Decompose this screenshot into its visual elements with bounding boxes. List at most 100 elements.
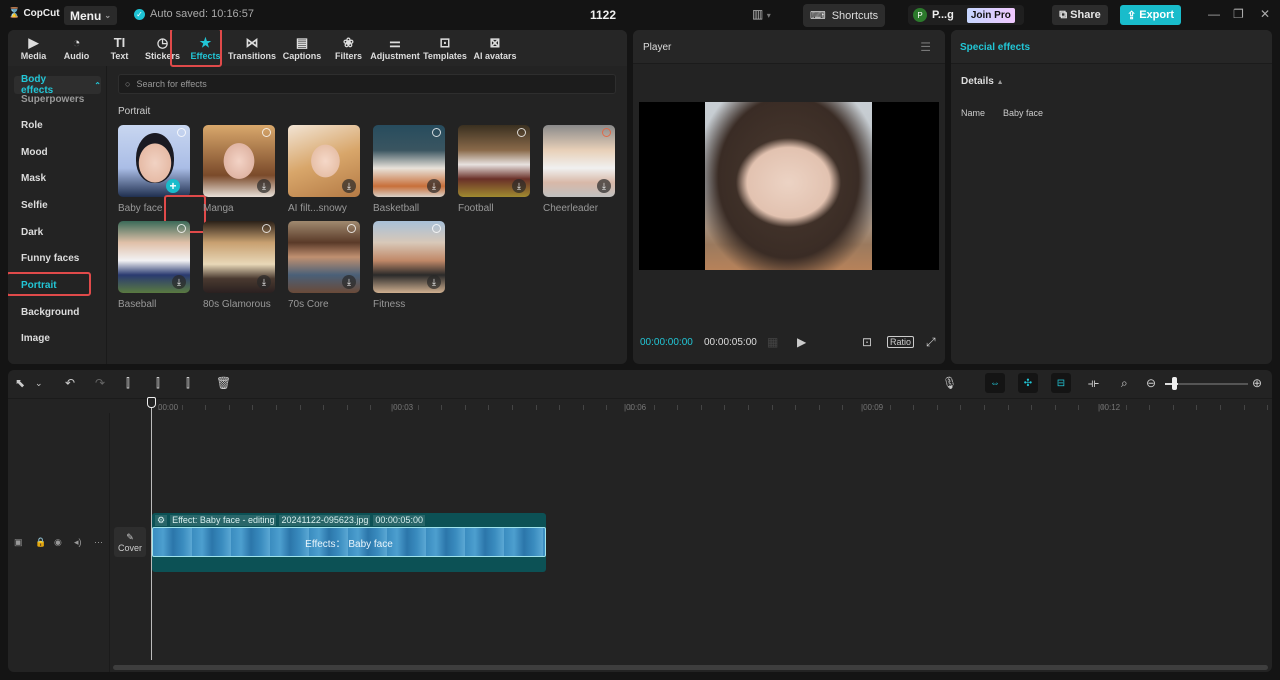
sidebar-item-role[interactable]: Role: [21, 120, 43, 131]
select-cursor-icon[interactable]: ⬉: [15, 376, 25, 390]
microphone-icon[interactable]: 🎙: [942, 376, 957, 390]
favorite-icon[interactable]: [432, 128, 441, 137]
sidebar-item-mask[interactable]: Mask: [21, 173, 46, 184]
menu-icon[interactable]: ☰: [920, 40, 931, 54]
favorite-icon[interactable]: [262, 224, 271, 233]
tab-audio[interactable]: ◔ Audio: [55, 30, 98, 66]
tab-captions[interactable]: ▤ Captions: [277, 30, 327, 66]
download-icon[interactable]: ⤓: [427, 179, 441, 193]
zoom-slider-track[interactable]: [1178, 383, 1248, 385]
zoom-in-icon[interactable]: ⊕: [1252, 376, 1262, 390]
download-icon[interactable]: ⤓: [172, 275, 186, 289]
restore-icon[interactable]: ❐: [1233, 7, 1244, 21]
timeline-clip[interactable]: ⚙ Effect: Baby face - editing 20241122-0…: [152, 513, 546, 572]
main-track-magnet-button[interactable]: ⇔: [985, 373, 1005, 393]
tab-adjustment[interactable]: ⚌ Adjustment: [370, 30, 420, 66]
sidebar-item-funny-faces[interactable]: Funny faces: [21, 253, 79, 264]
minimize-icon[interactable]: —: [1208, 7, 1220, 21]
tab-text[interactable]: TI Text: [98, 30, 141, 66]
download-icon[interactable]: ⤓: [597, 179, 611, 193]
delete-icon[interactable]: 🗑: [216, 376, 231, 390]
effect-card-fitness[interactable]: ⤓ Fitness: [373, 221, 445, 310]
favorite-icon[interactable]: [177, 224, 186, 233]
close-icon[interactable]: ✕: [1260, 7, 1270, 21]
sidebar-item-image[interactable]: Image: [21, 333, 50, 344]
horizontal-scrollbar[interactable]: [113, 665, 1268, 670]
tab-ai-avatars[interactable]: ⊠ AI avatars: [470, 30, 520, 66]
tab-stickers[interactable]: ◷ Stickers: [141, 30, 184, 66]
sidebar-item-portrait[interactable]: Portrait: [21, 280, 57, 291]
volume-icon[interactable]: ◂): [74, 537, 82, 548]
effect-card-baseball[interactable]: ⤓ Baseball: [118, 221, 190, 310]
join-pro-button[interactable]: Join Pro: [966, 7, 1015, 23]
download-icon[interactable]: ⤓: [257, 179, 271, 193]
auto-snap-button[interactable]: ✣: [1018, 373, 1038, 393]
layout-button[interactable]: ▥ ▾: [752, 7, 771, 21]
sidebar-item-mood[interactable]: Mood: [21, 147, 48, 158]
effect-card-football[interactable]: ⤓ Football: [458, 125, 530, 214]
effect-card-basketball[interactable]: ⤓ Basketball: [373, 125, 445, 214]
zoom-fit-icon[interactable]: ⊡: [862, 335, 872, 349]
tab-templates[interactable]: ⊡ Templates: [420, 30, 470, 66]
favorite-icon[interactable]: [602, 128, 611, 137]
zoom-to-fit-icon[interactable]: ⌕: [1121, 376, 1128, 391]
effect-card-80s-glamorous[interactable]: ⤓ 80s Glamorous: [203, 221, 275, 310]
grid-icon[interactable]: ▦: [767, 335, 778, 349]
playhead-handle[interactable]: [147, 397, 156, 408]
fullscreen-icon[interactable]: ⤢: [926, 335, 936, 350]
menu-button[interactable]: Menu ⌄: [64, 6, 118, 25]
download-icon[interactable]: ⤓: [512, 179, 526, 193]
split-right-icon[interactable]: ⫿: [186, 376, 190, 391]
track-toggle-icon[interactable]: ▣: [14, 537, 23, 548]
preview-axis-icon[interactable]: ⟛: [1088, 376, 1099, 391]
project-title[interactable]: 1122: [590, 8, 616, 22]
eye-icon[interactable]: ◉: [54, 537, 62, 548]
sidebar-item-selfie[interactable]: Selfie: [21, 200, 48, 211]
export-button[interactable]: ⇪ Export: [1120, 5, 1181, 25]
sidebar-header-body-effects[interactable]: Body effects ⌃: [14, 74, 101, 96]
redo-icon[interactable]: ↷: [95, 376, 105, 390]
effect-card-70s-core[interactable]: ⤓ 70s Core: [288, 221, 360, 310]
tab-media[interactable]: ▶ Media: [12, 30, 55, 66]
undo-icon[interactable]: ↶: [65, 376, 75, 390]
add-icon[interactable]: +: [166, 179, 180, 193]
favorite-icon[interactable]: [347, 224, 356, 233]
favorite-icon[interactable]: [517, 128, 526, 137]
download-icon[interactable]: ⤓: [427, 275, 441, 289]
more-icon[interactable]: ⋯: [94, 537, 103, 548]
linkage-button[interactable]: ⊟: [1051, 373, 1071, 393]
tab-transitions[interactable]: ⋈ Transitions: [227, 30, 277, 66]
effect-card-manga[interactable]: ⤓ Manga: [203, 125, 275, 214]
favorite-icon[interactable]: [262, 128, 271, 137]
lock-icon[interactable]: 🔒: [35, 537, 46, 548]
details-section[interactable]: Details ▲: [961, 76, 1004, 87]
tab-effects[interactable]: ★ Effects: [184, 30, 227, 66]
playhead[interactable]: [151, 398, 152, 660]
favorite-icon[interactable]: [432, 224, 441, 233]
timeline-ruler[interactable]: 00:00 |00:03 |00:06 |00:09 |00:12: [8, 398, 1272, 413]
chevron-down-icon[interactable]: ⌄: [35, 378, 43, 389]
split-left-icon[interactable]: ⫿: [156, 376, 160, 391]
download-icon[interactable]: ⤓: [342, 179, 356, 193]
user-account[interactable]: P P...g Join Pro: [908, 5, 1024, 25]
effect-card-ai-filter-snowy[interactable]: ⤓ AI filt...snowy: [288, 125, 360, 214]
video-preview[interactable]: [639, 102, 939, 270]
cover-button[interactable]: ✎ Cover: [114, 527, 146, 557]
search-input[interactable]: ○ Search for effects: [118, 74, 616, 94]
zoom-out-icon[interactable]: ⊖: [1146, 376, 1156, 390]
ratio-button[interactable]: Ratio: [887, 336, 915, 348]
play-icon[interactable]: ▶: [797, 335, 806, 349]
effect-card-cheerleader[interactable]: ⤓ Cheerleader: [543, 125, 615, 214]
download-icon[interactable]: ⤓: [257, 275, 271, 289]
download-icon[interactable]: ⤓: [342, 275, 356, 289]
sidebar-item-background[interactable]: Background: [21, 307, 79, 318]
sidebar-item-superpowers[interactable]: Superpowers: [21, 94, 84, 105]
effect-card-baby-face[interactable]: + Baby face: [118, 125, 190, 214]
share-button[interactable]: ⧉ Share: [1052, 5, 1108, 25]
details-panel-title[interactable]: Special effects: [960, 42, 1030, 53]
tab-filters[interactable]: ❀ Filters: [327, 30, 370, 66]
shortcuts-button[interactable]: ⌨ Shortcuts: [803, 4, 885, 27]
favorite-icon[interactable]: [177, 128, 186, 137]
split-icon[interactable]: ⫿: [126, 376, 130, 391]
sidebar-item-dark[interactable]: Dark: [21, 227, 43, 238]
